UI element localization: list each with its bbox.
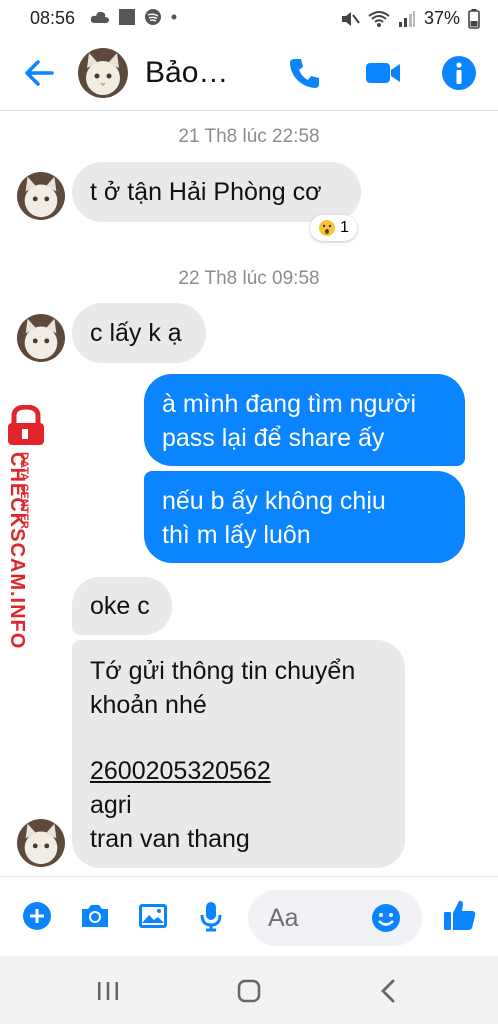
android-nav-bar: [0, 956, 498, 1024]
contact-avatar[interactable]: [78, 48, 128, 98]
wow-emoji-icon: [319, 220, 335, 236]
gallery-icon[interactable]: [136, 899, 170, 933]
battery-percent: 37%: [423, 8, 460, 28]
signal-icon: [398, 10, 415, 27]
message-text: à mình đang tìm người: [162, 390, 417, 418]
status-bar: 08:56 37%: [0, 0, 498, 36]
phone-call-icon[interactable]: [286, 54, 324, 92]
incoming-message[interactable]: Tớ gửi thông tin chuyển khoản nhé 260020…: [72, 640, 405, 868]
message-text: t ở tận Hải Phòng cơ: [90, 178, 322, 206]
lock-icon: [8, 405, 44, 445]
message-input[interactable]: Aa: [248, 890, 422, 946]
status-right: 37%: [340, 8, 480, 29]
conversation-header: Bảo…: [0, 36, 498, 111]
cloud-icon: [90, 11, 109, 23]
sender-avatar[interactable]: [17, 314, 65, 362]
back-arrow-icon[interactable]: [22, 56, 56, 90]
status-left-icons: [90, 8, 178, 26]
incoming-message[interactable]: c lấy k ạ: [72, 303, 206, 363]
mute-icon: [341, 11, 360, 26]
like-thumb-icon[interactable]: [442, 897, 478, 933]
messenger-screen: { "status_bar": { "time": "08:56", "batt…: [0, 0, 498, 1024]
message-text: khoản nhé: [90, 691, 207, 719]
sender-avatar[interactable]: [17, 172, 65, 220]
add-icon[interactable]: [20, 899, 54, 933]
input-placeholder: Aa: [268, 904, 299, 932]
wifi-icon: [368, 10, 390, 27]
timestamp: 21 Th8 lúc 22:58: [178, 126, 320, 147]
home-icon[interactable]: [236, 978, 262, 1004]
reaction-badge[interactable]: 1: [310, 215, 357, 241]
message-text: Tớ gửi thông tin chuyển: [90, 657, 356, 685]
microphone-icon[interactable]: [194, 899, 228, 933]
incoming-message[interactable]: oke c: [72, 577, 172, 635]
message-text: thì m lấy luôn: [162, 521, 311, 549]
message-text: agri: [90, 791, 132, 819]
more-notifications-dot-icon: [171, 14, 177, 20]
message-composer: Aa: [0, 876, 498, 956]
gallery-notification-icon: [119, 9, 135, 25]
message-text: tran van thang: [90, 825, 250, 853]
outgoing-message[interactable]: nếu b ấy không chịu thì m lấy luôn: [144, 471, 465, 563]
watermark-brand: CHECKSCAM.INFO: [6, 452, 28, 650]
camera-icon[interactable]: [78, 899, 112, 933]
outgoing-message[interactable]: à mình đang tìm người pass lại để share …: [144, 374, 465, 466]
video-call-icon[interactable]: [364, 54, 402, 92]
contact-name[interactable]: Bảo…: [145, 56, 228, 90]
info-icon[interactable]: [440, 54, 478, 92]
timestamp: 22 Th8 lúc 09:58: [178, 268, 320, 289]
back-nav-icon[interactable]: [378, 978, 398, 1004]
message-text: c lấy k ạ: [90, 319, 182, 347]
incoming-message[interactable]: t ở tận Hải Phòng cơ: [72, 162, 361, 222]
message-text: pass lại để share ấy: [162, 424, 385, 452]
status-time: 08:56: [30, 8, 76, 28]
message-text: nếu b ấy không chịu: [162, 487, 386, 515]
spotify-icon: [145, 9, 161, 25]
sender-avatar[interactable]: [17, 819, 65, 867]
reaction-count: 1: [340, 219, 349, 236]
emoji-icon[interactable]: [370, 902, 402, 934]
battery-icon: [468, 8, 480, 29]
message-text: oke c: [90, 592, 150, 620]
recent-apps-icon[interactable]: [96, 980, 120, 1002]
account-number-link[interactable]: 2600205320562: [90, 754, 387, 788]
